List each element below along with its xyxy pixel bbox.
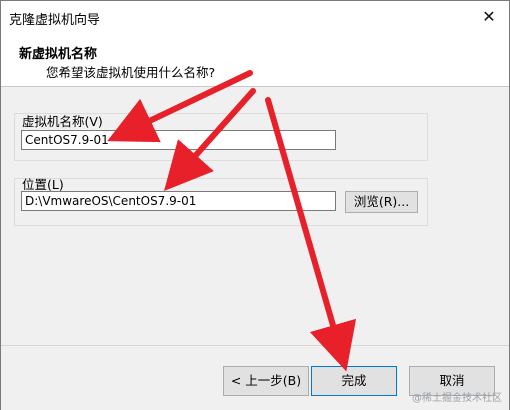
- page-subtitle: 您希望该虚拟机使用什么名称?: [46, 65, 216, 80]
- clone-vm-wizard-dialog: 克隆虚拟机向导 ✕ 新虚拟机名称 您希望该虚拟机使用什么名称? 虚拟机名称(V)…: [0, 0, 510, 410]
- browse-button[interactable]: 浏览(R)...: [345, 191, 418, 213]
- wizard-header: 新虚拟机名称 您希望该虚拟机使用什么名称?: [1, 32, 509, 87]
- wizard-body: 虚拟机名称(V) 位置(L) 浏览(R)...: [1, 87, 509, 345]
- vm-name-label: 虚拟机名称(V): [22, 114, 103, 129]
- location-input[interactable]: [21, 191, 336, 211]
- finish-button[interactable]: 完成: [311, 366, 397, 396]
- page-title: 新虚拟机名称: [19, 47, 98, 62]
- close-icon[interactable]: ✕: [469, 1, 509, 32]
- window-title: 克隆虚拟机向导: [9, 13, 101, 28]
- back-button[interactable]: < 上一步(B): [223, 366, 309, 396]
- vm-name-input[interactable]: [21, 130, 336, 150]
- title-bar: 克隆虚拟机向导 ✕: [1, 1, 509, 32]
- watermark: @稀土掘金技术社区: [412, 393, 502, 404]
